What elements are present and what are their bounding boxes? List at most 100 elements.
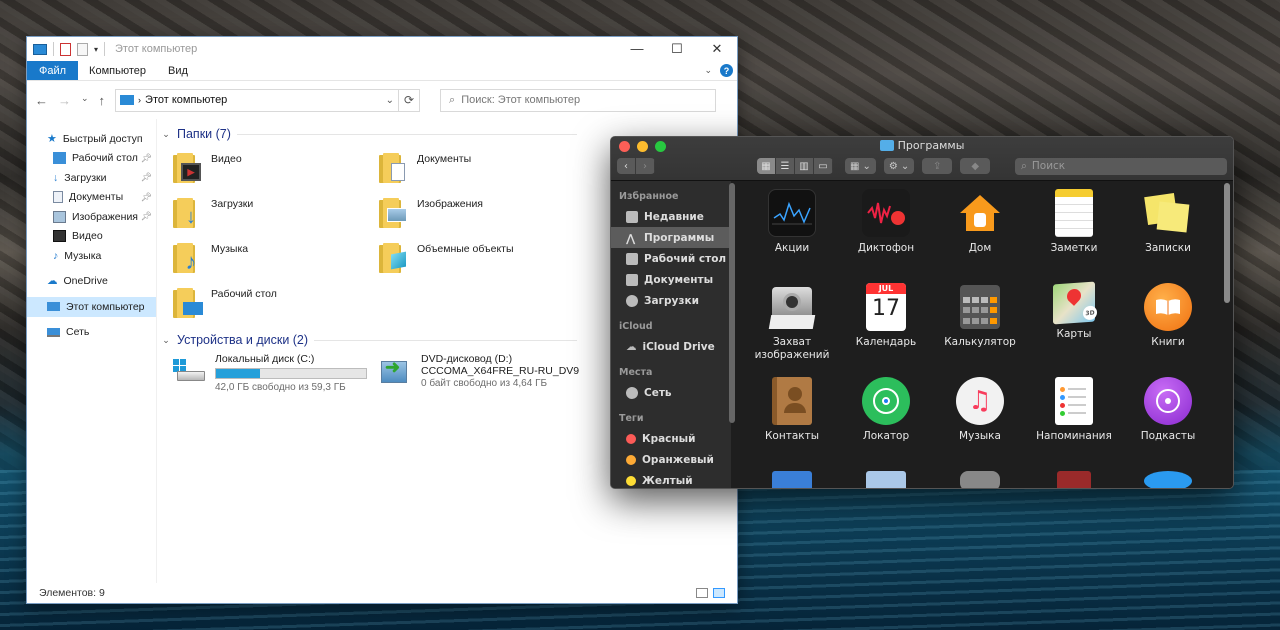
refresh-button[interactable]: ⟳	[398, 88, 421, 112]
sidebar-item-label: Загрузки	[64, 171, 107, 184]
sidebar-item-documents[interactable]: Документы	[611, 269, 731, 290]
pin-icon[interactable]: 📌︎	[141, 211, 152, 222]
sidebar-tag-orange[interactable]: Оранжевый	[611, 449, 731, 470]
app-item-partial[interactable]	[839, 471, 933, 488]
sidebar-item-icloud-drive[interactable]: ☁ iCloud Drive	[611, 336, 731, 357]
search-input[interactable]: ⌕ Поиск	[1015, 157, 1227, 175]
app-item-books[interactable]: Книги	[1121, 283, 1215, 377]
properties-icon[interactable]	[60, 42, 71, 56]
app-item-calendar[interactable]: JUL 17 Календарь	[839, 283, 933, 377]
gallery-view-icon[interactable]: ▭	[814, 158, 833, 174]
details-view-icon[interactable]	[696, 588, 708, 598]
forward-arrow-icon[interactable]: →	[58, 93, 71, 108]
folder-item-pictures[interactable]: Изображения	[379, 194, 585, 233]
up-arrow-icon[interactable]: ↑	[99, 93, 106, 108]
new-folder-icon[interactable]	[77, 42, 88, 56]
sidebar-item-recents[interactable]: Недавние	[611, 206, 731, 227]
orange-tag-dot-icon	[626, 454, 636, 465]
sidebar-item-desktop[interactable]: Рабочий стол	[611, 248, 731, 269]
drive-item-d[interactable]: ➜ DVD-дисковод (D:) CCCOMA_X64FRE_RU-RU_…	[379, 353, 599, 393]
sidebar-item-onedrive[interactable]: ☁ OneDrive	[27, 272, 156, 292]
app-item-image-capture[interactable]: Захват изображений	[745, 283, 839, 377]
collapse-chevron-icon[interactable]: ⌄	[161, 335, 171, 346]
folder-item-videos[interactable]: ▶ Видео	[173, 149, 379, 188]
maximize-button[interactable]: ☐	[657, 41, 697, 57]
help-icon[interactable]: ?	[720, 64, 733, 77]
list-view-icon[interactable]: ☰	[776, 158, 795, 174]
search-icon: ⌕	[1021, 159, 1027, 172]
breadcrumb-separator-icon[interactable]: ›	[138, 95, 141, 105]
folder-item-desktop[interactable]: Рабочий стол	[173, 284, 379, 323]
sidebar-item-downloads[interactable]: ↓ Загрузки 📌︎	[27, 168, 156, 188]
app-item-notes[interactable]: Заметки	[1027, 189, 1121, 283]
pin-icon[interactable]: 📌︎	[141, 153, 152, 164]
expand-ribbon-icon[interactable]: ⌄	[704, 65, 712, 76]
tab-file[interactable]: Файл	[27, 61, 79, 80]
app-item-partial[interactable]	[933, 471, 1027, 488]
app-item-podcasts[interactable]: Подкасты	[1121, 377, 1215, 471]
pin-icon[interactable]: 📌︎	[141, 172, 152, 183]
preview-icon	[866, 471, 906, 488]
sidebar-item-pictures[interactable]: Изображения 📌︎	[27, 207, 156, 227]
sidebar-item-applications[interactable]: ⋀ Программы	[611, 227, 731, 248]
app-item-contacts[interactable]: Контакты	[745, 377, 839, 471]
app-item-stocks[interactable]: Акции	[745, 189, 839, 283]
minimize-button[interactable]: —	[617, 41, 657, 57]
folder-item-3d-objects[interactable]: Объемные объекты	[379, 239, 585, 278]
app-label: Напоминания	[1036, 430, 1112, 442]
sidebar-item-network[interactable]: Сеть	[611, 382, 731, 403]
recent-locations-icon[interactable]: ⌄	[81, 93, 89, 108]
forward-button[interactable]: ›	[636, 158, 655, 174]
video-folder-icon: ▶	[173, 153, 203, 183]
group-by-button[interactable]: ▦ ⌄	[845, 158, 876, 174]
sidebar-item-music[interactable]: ♪ Музыка	[27, 246, 156, 266]
sidebar-item-videos[interactable]: Видео	[27, 227, 156, 247]
share-button[interactable]: ⇪	[922, 158, 953, 174]
divider	[104, 42, 106, 56]
app-item-reminders[interactable]: Напоминания	[1027, 377, 1121, 471]
sidebar-item-quick-access[interactable]: ★ Быстрый доступ	[27, 129, 156, 149]
app-item-home[interactable]: Дом	[933, 189, 1027, 283]
folder-item-music[interactable]: ♪ Музыка	[173, 239, 379, 278]
red-tag-dot-icon	[626, 433, 636, 444]
action-button[interactable]: ⚙ ⌄	[883, 158, 915, 174]
search-input[interactable]: ⌕ Поиск: Этот компьютер	[440, 88, 717, 112]
tags-button[interactable]: ◆	[960, 158, 991, 174]
app-item-maps[interactable]: 3D Карты	[1027, 281, 1121, 377]
app-item-find-my[interactable]: Локатор	[839, 377, 933, 471]
app-item-partial[interactable]	[745, 471, 839, 488]
collapse-chevron-icon[interactable]: ⌄	[161, 129, 171, 140]
downloads-folder-icon: ↓	[173, 198, 203, 228]
app-item-stickies[interactable]: Записки	[1121, 189, 1215, 283]
breadcrumb[interactable]: Этот компьютер	[145, 94, 227, 106]
sidebar-item-downloads[interactable]: Загрузки	[611, 290, 731, 311]
address-field[interactable]: › Этот компьютер ⌄	[115, 88, 400, 112]
sidebar-item-desktop[interactable]: Рабочий стол 📌︎	[27, 149, 156, 169]
tab-computer[interactable]: Компьютер	[78, 61, 157, 80]
sidebar-item-documents[interactable]: Документы 📌︎	[27, 188, 156, 208]
large-icons-view-icon[interactable]	[713, 588, 725, 598]
close-button[interactable]: ✕	[697, 41, 737, 57]
content-scrollbar[interactable]	[1224, 183, 1230, 303]
back-arrow-icon[interactable]: ←	[35, 93, 48, 108]
sidebar-item-network[interactable]: Сеть	[27, 323, 156, 343]
app-item-partial[interactable]	[1027, 471, 1121, 488]
folder-item-downloads[interactable]: ↓ Загрузки	[173, 194, 379, 233]
sidebar-tag-red[interactable]: Красный	[611, 428, 731, 449]
drive-item-c[interactable]: Локальный диск (C:) 42,0 ГБ свободно из …	[173, 353, 379, 393]
folder-item-documents[interactable]: Документы	[379, 149, 585, 188]
chevron-down-icon[interactable]: ⌄	[386, 95, 394, 106]
app-item-voice-memos[interactable]: Диктофон	[839, 189, 933, 283]
sidebar-scrollbar[interactable]	[729, 183, 735, 423]
customize-toolbar-icon[interactable]: ▾	[94, 45, 98, 54]
app-item-calculator[interactable]: Калькулятор	[933, 283, 1027, 377]
back-button[interactable]: ‹	[617, 158, 636, 174]
tab-view[interactable]: Вид	[157, 61, 199, 80]
sidebar-item-this-pc[interactable]: Этот компьютер	[27, 297, 156, 317]
pin-icon[interactable]: 📌︎	[141, 192, 152, 203]
column-view-icon[interactable]: ▥	[795, 158, 814, 174]
app-item-partial[interactable]	[1121, 471, 1215, 488]
icon-view-icon[interactable]: ▦	[757, 158, 776, 174]
app-item-music[interactable]: ♫ Музыка	[933, 377, 1027, 471]
sidebar-tag-yellow[interactable]: Желтый	[611, 470, 731, 488]
